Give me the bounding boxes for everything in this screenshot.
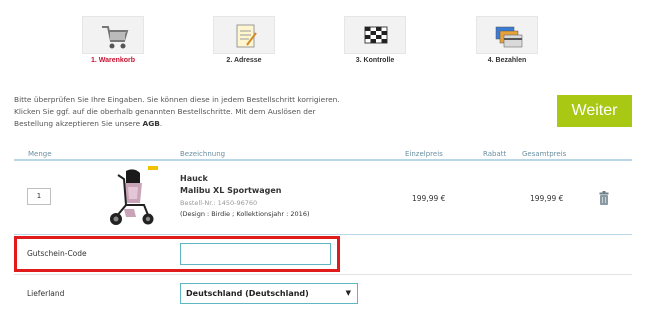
step-kontrolle-label[interactable]: 3. Kontrolle bbox=[320, 57, 430, 64]
step-adresse-label[interactable]: 2. Adresse bbox=[189, 57, 299, 64]
quantity-input[interactable]: 1 bbox=[27, 188, 51, 205]
total-price: 199,99 € bbox=[530, 194, 564, 203]
country-selected-value: Deutschland (Deutschland) bbox=[186, 289, 309, 298]
column-rabatt: Rabatt bbox=[483, 150, 507, 158]
cart-table-header: Menge Bezeichnung Einzelpreis Rabatt Ges… bbox=[14, 148, 632, 161]
column-bezeichnung: Bezeichnung bbox=[180, 150, 226, 158]
notepad-icon bbox=[236, 24, 257, 48]
step-adresse[interactable] bbox=[213, 16, 275, 54]
divider bbox=[14, 274, 632, 275]
step-warenkorb[interactable] bbox=[82, 16, 144, 54]
weiter-button[interactable]: Weiter bbox=[557, 95, 632, 127]
product-image[interactable] bbox=[104, 165, 160, 227]
column-gesamtpreis: Gesamtpreis bbox=[522, 150, 567, 158]
step-bezahlen-label[interactable]: 4. Bezahlen bbox=[452, 57, 562, 64]
country-label: Lieferland bbox=[27, 289, 65, 298]
voucher-label: Gutschein-Code bbox=[27, 249, 87, 258]
column-einzelpreis: Einzelpreis bbox=[405, 150, 443, 158]
unit-price: 199,99 € bbox=[412, 194, 446, 203]
column-menge: Menge bbox=[28, 150, 52, 158]
country-select[interactable]: Deutschland (Deutschland) ▼ bbox=[180, 283, 358, 304]
product-design: (Design : Birdie ; Kollektionsjahr : 201… bbox=[180, 210, 310, 218]
intro-body: Bitte überprüfen Sie Ihre Eingaben. Sie … bbox=[14, 95, 340, 128]
dropdown-arrow-icon: ▼ bbox=[345, 289, 351, 297]
step-bezahlen[interactable] bbox=[476, 16, 538, 54]
intro-period: . bbox=[159, 119, 163, 128]
product-name[interactable]: Malibu XL Sportwagen bbox=[180, 186, 282, 195]
shopping-cart-icon bbox=[102, 26, 129, 49]
divider bbox=[14, 234, 632, 235]
trash-icon[interactable] bbox=[599, 191, 609, 205]
product-article-number: Bestell-Nr.: 1450-96760 bbox=[180, 199, 258, 207]
step-warenkorb-label[interactable]: 1. Warenkorb bbox=[58, 57, 168, 64]
credit-cards-icon bbox=[495, 26, 523, 48]
agb-link[interactable]: AGB bbox=[143, 119, 160, 128]
voucher-code-input[interactable] bbox=[180, 243, 331, 265]
step-kontrolle[interactable] bbox=[344, 16, 406, 54]
intro-text: Bitte überprüfen Sie Ihre Eingaben. Sie … bbox=[14, 94, 344, 130]
product-brand: Hauck bbox=[180, 174, 208, 183]
checkered-flag-icon bbox=[364, 26, 388, 44]
